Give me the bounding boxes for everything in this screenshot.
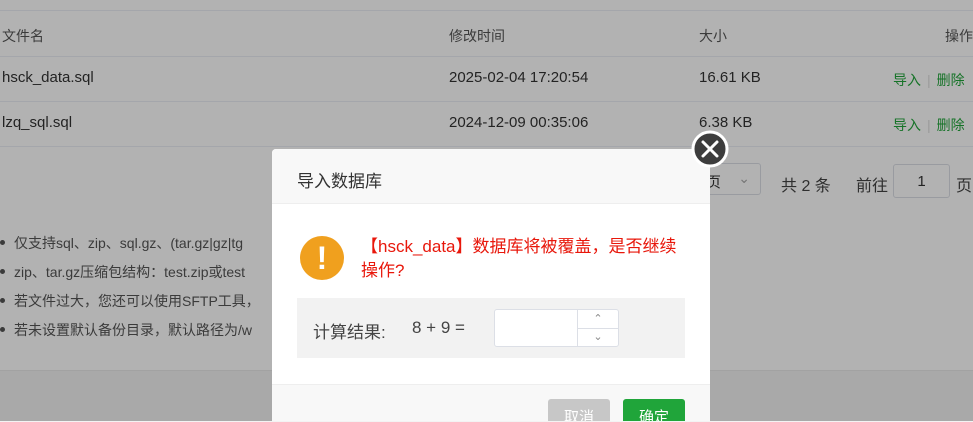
dialog-title: 导入数据库 bbox=[297, 172, 382, 191]
import-database-dialog: 导入数据库 ! 【hsck_data】数据库将被覆盖，是否继续操作? 计算结果:… bbox=[272, 149, 710, 421]
chevron-up-icon[interactable]: ⌃ bbox=[578, 310, 618, 329]
calc-label: 计算结果: bbox=[313, 323, 386, 342]
chevron-down-icon[interactable]: ⌄ bbox=[578, 328, 618, 346]
stepper-controls: ⌃ ⌄ bbox=[577, 310, 618, 346]
cancel-button[interactable]: 取消 bbox=[548, 399, 610, 421]
captcha-box: 计算结果: 8 + 9 = ⌃ ⌄ bbox=[297, 298, 685, 358]
warning-message: 【hsck_data】数据库将被覆盖，是否继续操作? bbox=[361, 237, 677, 280]
confirm-button[interactable]: 确定 bbox=[623, 399, 685, 421]
calc-expression: 8 + 9 = bbox=[412, 318, 465, 337]
dialog-footer: 取消 确定 bbox=[272, 384, 710, 421]
close-icon[interactable] bbox=[691, 130, 729, 168]
calc-result-input[interactable] bbox=[495, 310, 583, 348]
calc-result-stepper: ⌃ ⌄ bbox=[494, 309, 619, 348]
warning-icon: ! bbox=[300, 236, 344, 280]
dialog-header: 导入数据库 bbox=[272, 149, 710, 204]
